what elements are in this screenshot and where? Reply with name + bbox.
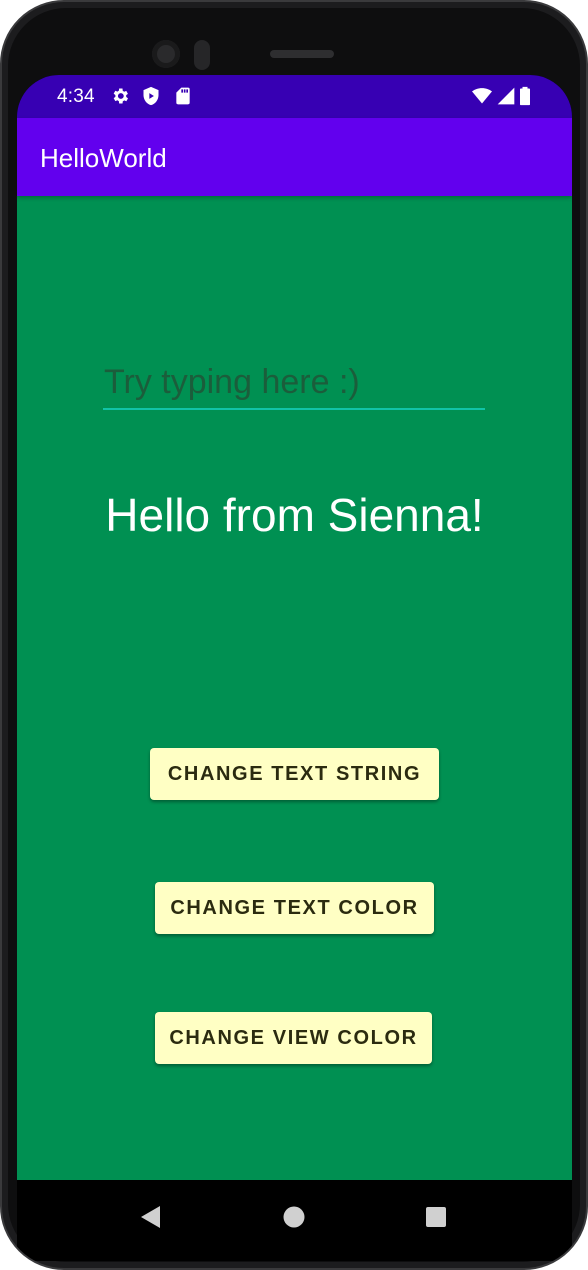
greeting-text: Hello from Sienna! <box>105 489 484 541</box>
phone-screen: 4:34 HelloWorld Try typing here:) Hello… <box>17 75 572 1261</box>
app-bar: HelloWorld <box>17 118 572 196</box>
cellular-signal-icon <box>497 87 515 105</box>
status-time: 4:34 <box>57 86 95 107</box>
settings-icon <box>113 88 128 104</box>
navigation-bar <box>17 1180 572 1261</box>
battery-icon <box>520 86 530 106</box>
status-bar: 4:34 <box>17 75 572 118</box>
app-title: HelloWorld <box>40 143 167 173</box>
recents-icon[interactable] <box>421 1202 451 1232</box>
back-icon[interactable] <box>136 1202 166 1232</box>
change-view-color-button[interactable]: CHANGE VIEW COLOR <box>155 1012 432 1064</box>
text-input-container <box>103 358 485 410</box>
wifi-icon <box>472 88 492 104</box>
change-text-string-button[interactable]: CHANGE TEXT STRING <box>150 748 439 800</box>
text-input[interactable] <box>103 358 485 406</box>
shield-icon <box>143 86 159 106</box>
front-camera <box>152 40 180 68</box>
proximity-sensor <box>194 40 210 70</box>
main-content: Hello from Sienna! CHANGE TEXT STRING CH… <box>17 196 572 1180</box>
sd-card-icon <box>176 87 190 105</box>
change-text-color-button[interactable]: CHANGE TEXT COLOR <box>155 882 434 934</box>
earpiece-speaker <box>270 50 334 58</box>
home-icon[interactable] <box>279 1202 309 1232</box>
phone-device-frame: 4:34 HelloWorld Try typing here:) Hello… <box>0 0 588 1270</box>
